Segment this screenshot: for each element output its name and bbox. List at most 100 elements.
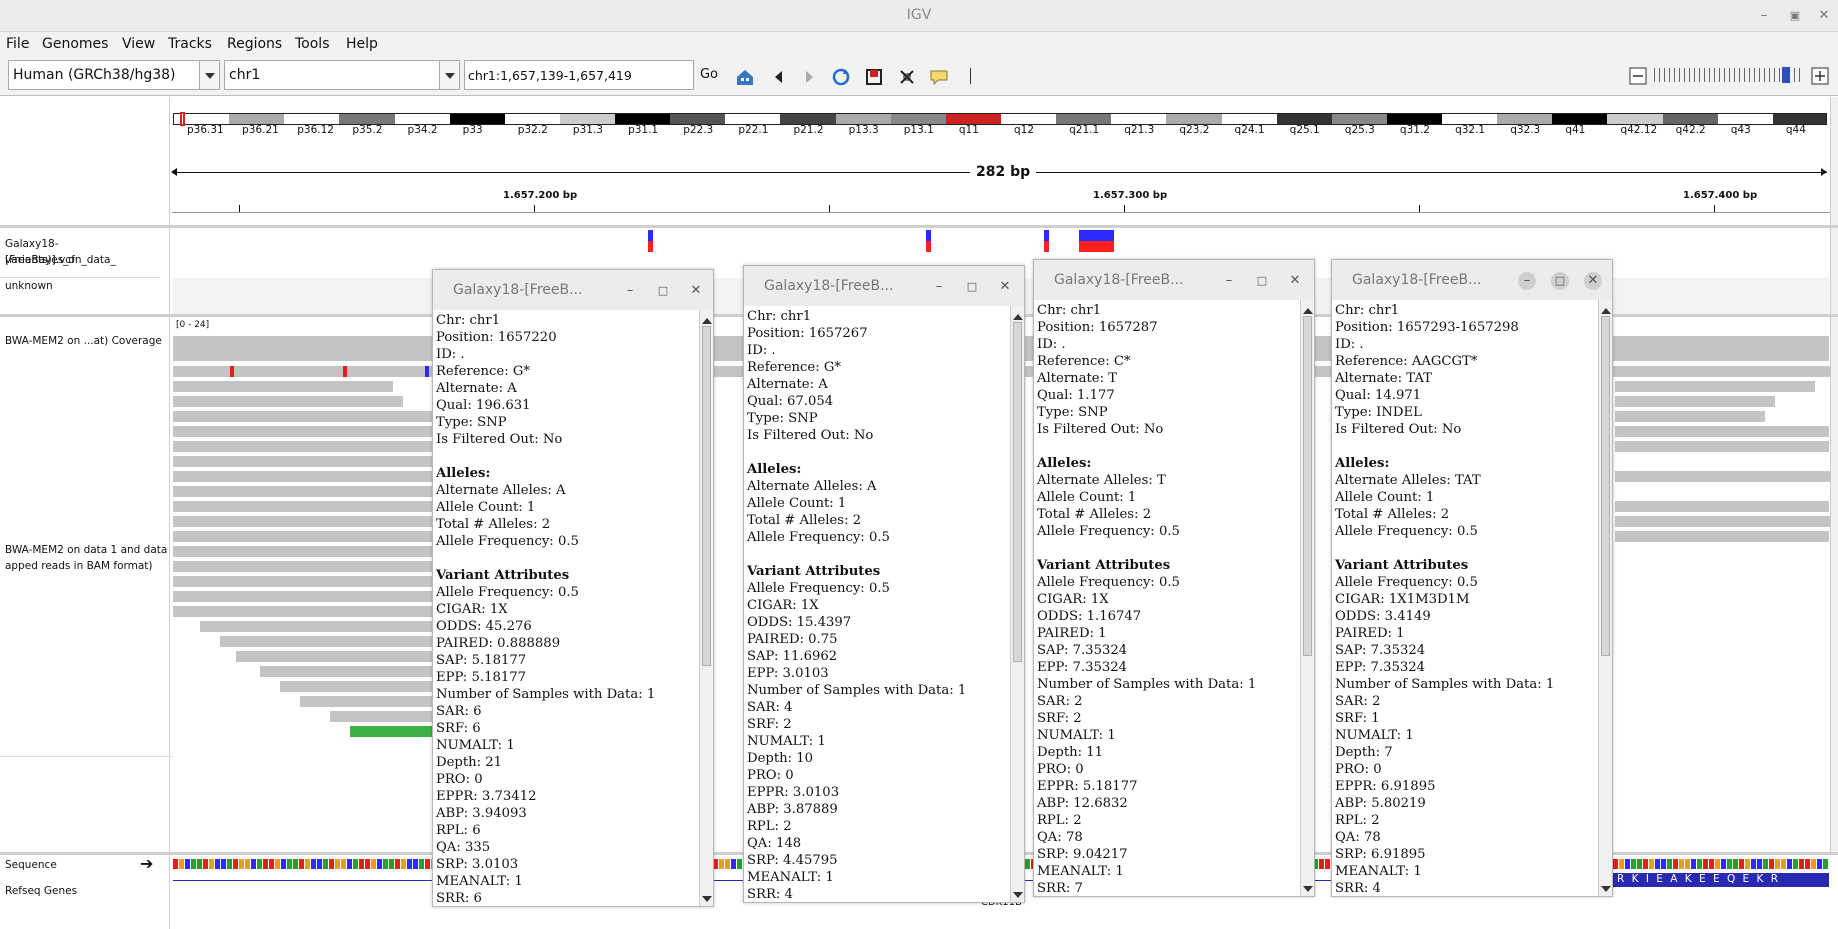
ideogram-band[interactable] [1662,114,1719,124]
ideogram-band[interactable] [1056,114,1113,124]
aligned-read[interactable] [173,606,453,617]
menu-tools[interactable]: Tools [295,36,330,52]
ideogram-band[interactable] [615,114,672,124]
ideogram-band[interactable] [1166,114,1223,124]
strand-arrow-icon[interactable]: ➔ [140,856,153,872]
aligned-read[interactable] [1615,366,1838,377]
aligned-read[interactable] [1615,531,1829,542]
header-scrollbar[interactable] [1830,97,1838,225]
aligned-read[interactable] [173,381,393,392]
alignment-scrollbar[interactable] [1830,317,1838,852]
aligned-read[interactable] [1615,516,1838,527]
variant-popup[interactable]: Galaxy18-[FreeB... – □ ✕ Chr: chr1 Positi… [1033,259,1315,897]
popup-header[interactable]: Galaxy18-[FreeB... – □ ✕ [433,270,713,310]
popup-maximize-icon[interactable]: □ [963,278,981,296]
aligned-read[interactable] [173,456,473,467]
zoom-slider-thumb[interactable] [1782,67,1790,83]
ideogram-band[interactable] [284,114,341,124]
popup-scrollbar[interactable] [1300,300,1314,896]
popup-header[interactable]: Galaxy18-[FreeB... – □ ✕ [1034,260,1314,300]
scroll-down-icon[interactable] [702,894,712,903]
minimize-icon[interactable]: – [1754,6,1774,26]
genome-select[interactable]: Human (GRCh38/hg38) [8,60,220,90]
ideogram-band[interactable] [559,114,617,124]
ideogram-band[interactable] [890,114,947,124]
chevron-down-icon[interactable] [439,61,459,89]
ideogram-band[interactable] [1386,114,1444,124]
ideogram-band[interactable] [780,114,837,124]
zoom-in-icon[interactable] [1810,66,1830,86]
popup-scrollbar[interactable] [1598,300,1612,896]
popup-close-icon[interactable]: ✕ [996,278,1014,296]
ideogram-band[interactable] [504,114,561,124]
aligned-read[interactable] [1615,411,1765,422]
alignment-track-name-cont[interactable]: apped reads in BAM format) [5,558,153,574]
scroll-thumb[interactable] [702,326,711,666]
menu-view[interactable]: View [122,36,155,52]
menu-regions[interactable]: Regions [227,36,282,52]
go-button[interactable]: Go [697,60,721,90]
aligned-read[interactable] [1615,396,1775,407]
ideogram-band[interactable] [1717,114,1774,124]
zoom-slider[interactable] [1654,67,1804,83]
popup-scrollbar[interactable] [1010,306,1024,902]
ideogram-band[interactable] [1497,114,1554,124]
aligned-read[interactable] [1615,441,1829,452]
ideogram-band[interactable] [1442,114,1499,124]
scroll-down-icon[interactable] [1013,890,1023,899]
aligned-read[interactable] [1615,381,1815,392]
ideogram-band[interactable] [1001,114,1058,124]
aligned-read[interactable] [173,591,473,602]
home-icon[interactable] [735,67,755,87]
scroll-thumb[interactable] [1013,322,1022,662]
scroll-up-icon[interactable] [1601,303,1611,314]
popup-minimize-icon[interactable]: – [1518,272,1536,290]
variant-popup[interactable]: Galaxy18-[FreeB... – □ ✕ Chr: chr1 Positi… [743,265,1025,903]
popup-minimize-icon[interactable]: – [621,282,639,300]
variant-marker-indel[interactable] [1079,230,1114,252]
ideogram-band[interactable] [1331,114,1388,124]
variant-popup[interactable]: Galaxy18-[FreeB... – □ ✕ Chr: chr1 Positi… [432,269,714,907]
aligned-read[interactable] [173,396,403,407]
ideogram-band[interactable] [670,114,727,124]
ideogram-band[interactable] [1552,114,1609,124]
vcf-track-name-cont[interactable]: variants)].vcf [5,252,75,268]
aligned-read[interactable] [173,411,433,422]
scroll-down-icon[interactable] [1303,884,1313,893]
scroll-up-icon[interactable] [1303,303,1313,314]
forward-icon[interactable] [799,67,819,87]
ideogram-band[interactable] [725,114,782,124]
menu-genomes[interactable]: Genomes [42,36,108,52]
ideogram-band[interactable] [229,114,286,124]
aligned-read[interactable] [1615,426,1829,437]
popup-info-icon[interactable] [929,67,949,87]
ideogram-band[interactable] [835,114,892,124]
ideogram-band[interactable] [1607,114,1664,124]
menu-file[interactable]: File [6,36,29,52]
aligned-read[interactable] [173,426,473,437]
genes-track-name[interactable]: Refseq Genes [5,883,77,899]
sample-name[interactable]: unknown [5,278,53,294]
refresh-icon[interactable] [831,67,851,87]
coverage-track-name[interactable]: BWA-MEM2 on ...at) Coverage [5,333,162,349]
popup-scrollbar[interactable] [699,310,713,906]
scroll-down-icon[interactable] [1601,884,1611,893]
ideogram-band[interactable] [1221,114,1278,124]
ideogram-band[interactable] [945,114,1002,124]
scroll-thumb[interactable] [1303,316,1312,656]
close-icon[interactable]: ✕ [1814,6,1834,26]
aligned-read[interactable] [1615,501,1829,512]
scroll-thumb[interactable] [1601,316,1610,656]
chevron-down-icon[interactable] [199,61,219,89]
menu-tracks[interactable]: Tracks [168,36,212,52]
popup-maximize-icon[interactable]: □ [1551,272,1569,290]
ideogram-band[interactable] [339,114,396,124]
maximize-icon[interactable]: ▣ [1785,6,1805,26]
menu-help[interactable]: Help [346,36,378,52]
popup-minimize-icon[interactable]: – [1220,272,1238,290]
popup-close-icon[interactable]: ✕ [1584,272,1602,290]
panel-divider[interactable] [0,225,1838,228]
variant-scrollbar[interactable] [1830,228,1838,314]
popup-header[interactable]: Galaxy18-[FreeB... – □ ✕ [1332,260,1612,300]
variant-marker[interactable] [648,230,653,252]
